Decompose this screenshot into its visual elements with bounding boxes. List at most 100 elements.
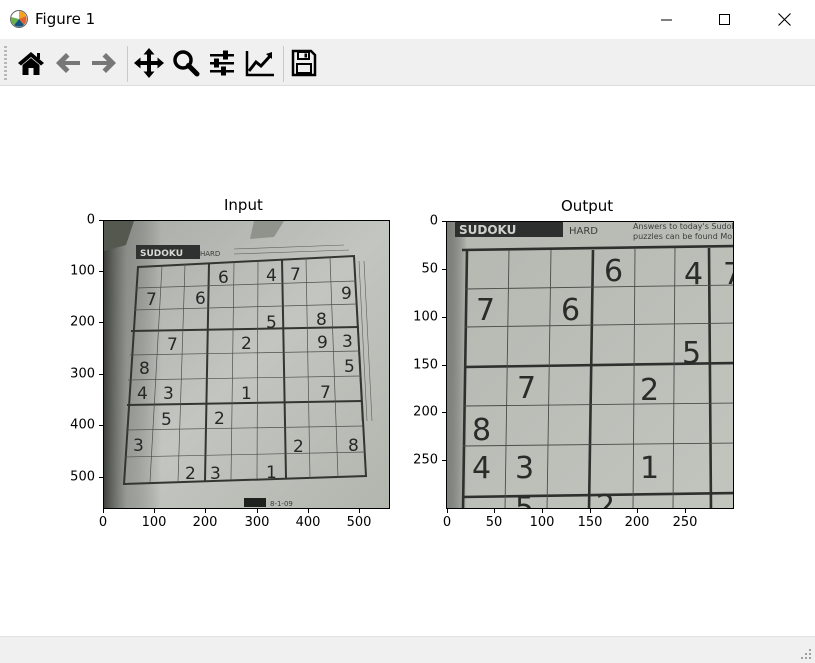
minimize-button[interactable]: [638, 0, 696, 39]
zoom-button[interactable]: [170, 46, 202, 80]
x-tick-mark: [359, 509, 360, 513]
svg-text:6: 6: [561, 293, 580, 328]
svg-text:4: 4: [472, 451, 491, 486]
svg-text:4: 4: [137, 384, 148, 404]
y-tick-label: 200: [70, 314, 95, 330]
input-image[interactable]: SUDOKU HARD 647 769 58 7293 8 5 4 3 1 7 …: [103, 220, 390, 509]
svg-text:9: 9: [317, 333, 328, 353]
svg-text:5: 5: [515, 491, 534, 509]
y-tick-label: 150: [413, 357, 438, 373]
forward-button[interactable]: [88, 46, 120, 80]
x-tick-mark: [637, 509, 638, 513]
svg-text:8: 8: [472, 413, 491, 448]
svg-text:HARD: HARD: [569, 226, 598, 237]
svg-text:7: 7: [146, 290, 157, 310]
y-tick-mark: [99, 271, 103, 272]
x-tick-label: 100: [141, 515, 167, 530]
input-axes-title: Input: [224, 196, 263, 214]
svg-text:SUDOKU: SUDOKU: [459, 223, 516, 237]
x-tick-label: 50: [485, 515, 503, 530]
x-tick-label: 400: [295, 515, 321, 530]
svg-text:2: 2: [293, 437, 304, 457]
y-tick-label: 300: [70, 366, 95, 382]
y-tick-mark: [442, 317, 446, 318]
svg-text:4: 4: [684, 257, 703, 292]
x-tick-mark: [542, 509, 543, 513]
x-tick-mark: [494, 509, 495, 513]
svg-text:8: 8: [139, 359, 150, 379]
home-icon: [18, 52, 44, 75]
svg-text:5: 5: [344, 357, 355, 377]
y-tick-mark: [442, 269, 446, 270]
y-tick-mark: [99, 220, 103, 221]
svg-text:6: 6: [195, 289, 206, 309]
x-tick-mark: [154, 509, 155, 513]
close-button[interactable]: [755, 0, 813, 39]
x-tick-mark: [257, 509, 258, 513]
svg-text:8: 8: [316, 310, 327, 330]
svg-text:puzzles can be found Mo: puzzles can be found Mo: [633, 232, 732, 241]
floppy-disk-icon: [291, 49, 317, 77]
maximize-button[interactable]: [696, 0, 754, 39]
x-tick-label: 150: [577, 515, 603, 530]
svg-text:7: 7: [517, 371, 536, 406]
y-tick-label: 200: [413, 404, 438, 420]
svg-text:7: 7: [723, 257, 734, 292]
svg-text:5: 5: [266, 313, 277, 333]
y-tick-label: 0: [86, 212, 95, 228]
svg-text:9: 9: [341, 284, 352, 304]
x-tick-label: 250: [672, 515, 698, 530]
arrow-right-icon: [92, 53, 116, 73]
svg-text:Answers to today's Sudok: Answers to today's Sudok: [633, 222, 734, 231]
toolbar-grip: [4, 46, 7, 80]
x-tick-label: 300: [244, 515, 270, 530]
minimize-icon: [661, 19, 672, 20]
y-tick-label: 500: [70, 469, 95, 485]
back-button[interactable]: [52, 46, 84, 80]
magnifier-icon: [173, 50, 200, 77]
sudoku-photo: SUDOKU HARD 647 769 58 7293 8 5 4 3 1 7 …: [104, 221, 389, 508]
x-tick-mark: [685, 509, 686, 513]
svg-text:3: 3: [133, 436, 144, 456]
svg-text:1: 1: [241, 384, 252, 404]
svg-text:7: 7: [476, 293, 495, 328]
x-tick-mark: [103, 509, 104, 513]
y-tick-label: 0: [429, 213, 438, 229]
matplotlib-logo-icon: [10, 10, 28, 28]
svg-text:2: 2: [640, 373, 659, 408]
x-tick-mark: [590, 509, 591, 513]
close-icon: [777, 13, 791, 26]
x-tick-label: 0: [442, 515, 452, 530]
svg-text:2: 2: [241, 334, 252, 354]
y-tick-mark: [99, 425, 103, 426]
chart-line-icon: [245, 51, 274, 77]
resize-grip-icon[interactable]: [800, 648, 812, 660]
edit-axes-button[interactable]: [244, 46, 276, 80]
svg-text:3: 3: [342, 332, 353, 352]
svg-text:3: 3: [163, 384, 174, 404]
x-tick-label: 100: [529, 515, 555, 530]
toolbar-separator: [283, 46, 284, 82]
y-tick-label: 50: [421, 261, 438, 277]
svg-text:8: 8: [348, 436, 359, 456]
svg-text:7: 7: [320, 383, 331, 403]
x-tick-mark: [447, 509, 448, 513]
x-tick-mark: [205, 509, 206, 513]
svg-text:1: 1: [640, 451, 659, 486]
configure-subplots-button[interactable]: [206, 46, 238, 80]
output-image[interactable]: SUDOKU HARD Answers to today's Sudok puz…: [446, 221, 734, 509]
output-axes-title: Output: [561, 197, 614, 215]
svg-text:HARD: HARD: [200, 250, 220, 258]
svg-text:3: 3: [515, 451, 534, 486]
arrow-left-icon: [56, 53, 80, 73]
save-button[interactable]: [288, 46, 320, 80]
y-tick-mark: [442, 365, 446, 366]
pan-button[interactable]: [133, 46, 165, 80]
sliders-icon: [210, 50, 234, 76]
warped-sudoku: SUDOKU HARD Answers to today's Sudok puz…: [447, 222, 734, 509]
y-tick-label: 250: [413, 452, 438, 468]
home-button[interactable]: [15, 46, 47, 80]
svg-text:3: 3: [210, 464, 221, 484]
move-arrows-icon: [134, 48, 164, 78]
svg-text:2: 2: [185, 464, 196, 484]
